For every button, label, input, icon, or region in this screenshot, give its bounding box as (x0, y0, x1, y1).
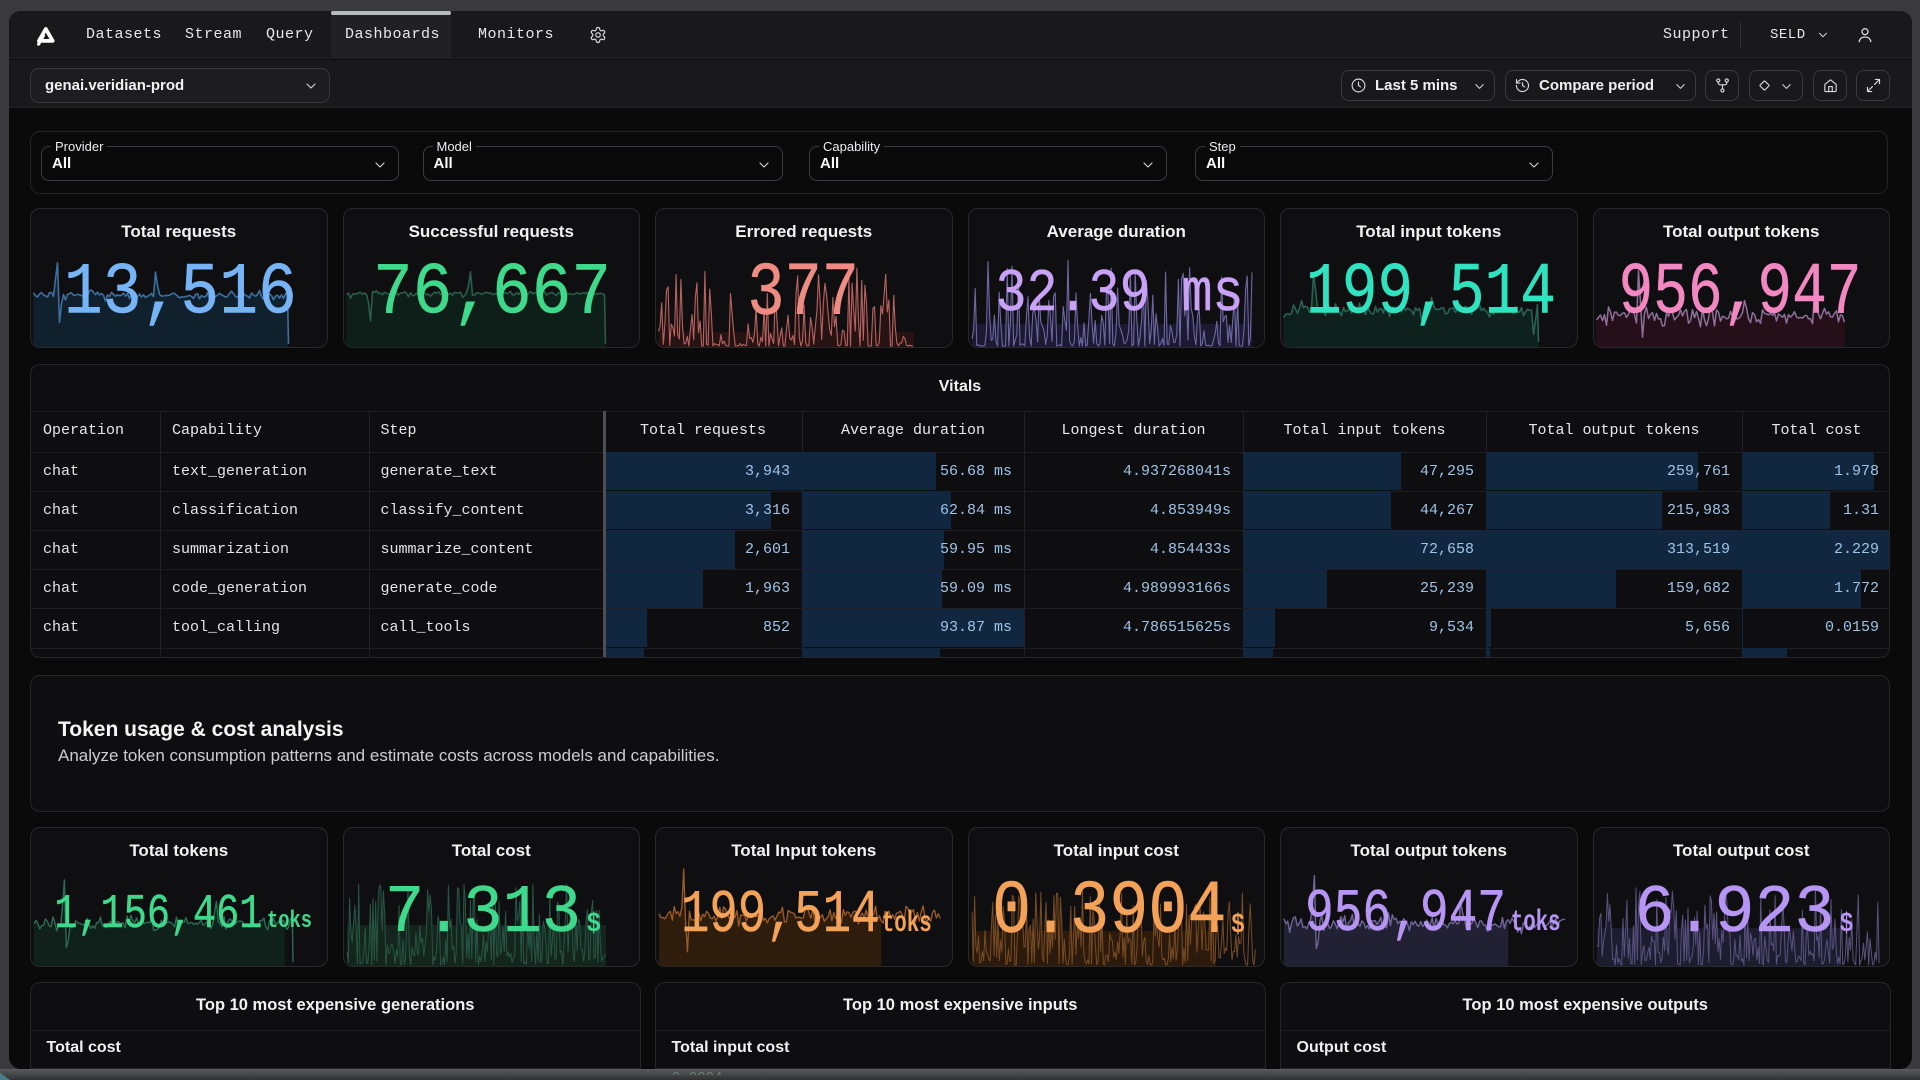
svg-text:956,947: 956,947 (1305, 880, 1506, 948)
svg-text:13,516: 13,516 (64, 253, 297, 336)
svg-text:0.3904: 0.3904 (992, 869, 1227, 955)
svg-text:199,514: 199,514 (681, 881, 880, 949)
svg-text:377: 377 (747, 251, 859, 337)
svg-text:$: $ (1231, 911, 1245, 941)
svg-text:956,947: 956,947 (1618, 253, 1861, 336)
svg-text:199,514: 199,514 (1306, 253, 1556, 336)
svg-text:$: $ (586, 910, 601, 940)
svg-text:toks: toks (882, 907, 932, 940)
svg-text:76,667: 76,667 (373, 253, 611, 336)
svg-text:toks: toks (1511, 906, 1561, 939)
svg-text:1,156,461: 1,156,461 (54, 887, 262, 942)
svg-text:toks: toks (267, 908, 312, 935)
svg-text:6.923: 6.923 (1634, 876, 1834, 952)
svg-text:7.313: 7.313 (385, 876, 581, 952)
svg-text:32.39 ms: 32.39 ms (995, 261, 1243, 329)
svg-text:$: $ (1839, 910, 1853, 940)
